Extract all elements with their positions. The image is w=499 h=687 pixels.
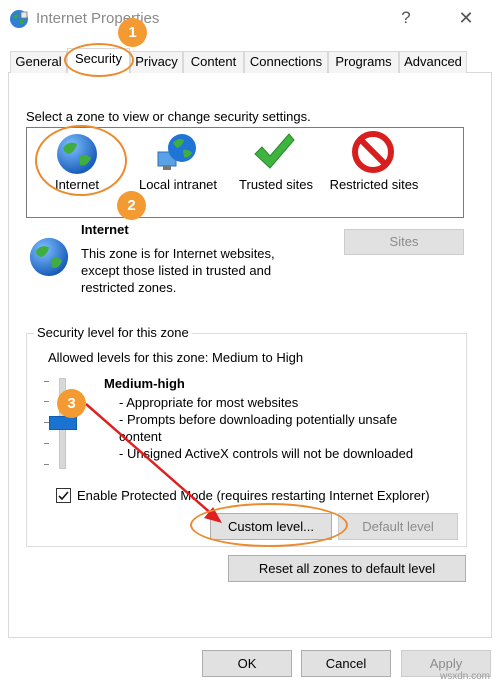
checkmark-icon[interactable]	[252, 130, 296, 174]
selected-zone-description: This zone is for Internet websites, exce…	[81, 246, 275, 295]
level-description-line: content	[119, 429, 162, 444]
tab-general[interactable]: General	[10, 51, 67, 73]
slider-tick	[44, 464, 49, 465]
tab-privacy[interactable]: Privacy	[130, 51, 183, 73]
checkmark-icon	[58, 491, 69, 501]
globe-icon	[29, 237, 69, 277]
ok-button[interactable]: OK	[202, 650, 292, 677]
tab-connections[interactable]: Connections	[244, 51, 328, 73]
reset-all-zones-button[interactable]: Reset all zones to default level	[228, 555, 466, 582]
default-level-button[interactable]: Default level	[338, 513, 458, 540]
tab-content[interactable]: Content	[183, 51, 244, 73]
zone-label-restricted-sites[interactable]: Restricted sites	[326, 177, 422, 192]
zone-label-local-intranet[interactable]: Local intranet	[133, 177, 223, 192]
slider-tick	[44, 381, 49, 382]
security-level-legend: Security level for this zone	[34, 325, 192, 340]
sites-button[interactable]: Sites	[344, 229, 464, 255]
protected-mode-checkbox[interactable]	[56, 488, 71, 503]
callout-ring-security-tab	[64, 43, 134, 77]
step-badge-2: 2	[117, 191, 146, 220]
selected-zone-name: Internet	[81, 222, 129, 237]
slider-tick	[44, 443, 49, 444]
internet-properties-icon	[10, 10, 28, 28]
tab-programs[interactable]: Programs	[328, 51, 399, 73]
step-badge-3: 3	[57, 389, 86, 418]
slider-thumb[interactable]	[49, 416, 77, 430]
level-description-line: - Appropriate for most websites	[119, 395, 299, 410]
close-button[interactable]: ✕	[455, 8, 477, 30]
network-globe-icon[interactable]	[154, 130, 198, 174]
level-description-line: - Prompts before downloading potentially…	[119, 412, 398, 427]
zone-label-trusted-sites[interactable]: Trusted sites	[234, 177, 318, 192]
no-entry-icon[interactable]	[351, 130, 395, 174]
allowed-levels-text: Allowed levels for this zone: Medium to …	[48, 350, 304, 365]
zone-prompt: Select a zone to view or change security…	[26, 109, 311, 124]
help-button[interactable]: ?	[396, 8, 416, 30]
callout-ring-internet-zone	[35, 125, 127, 196]
protected-mode-label[interactable]: Enable Protected Mode (requires restarti…	[77, 488, 430, 503]
watermark: wsxdn.com	[440, 671, 491, 682]
step-badge-1: 1	[118, 18, 147, 47]
cancel-button[interactable]: Cancel	[301, 650, 391, 677]
security-level-name: Medium-high	[104, 376, 185, 391]
level-description-line: - Unsigned ActiveX controls will not be …	[119, 446, 414, 461]
slider-tick	[44, 401, 49, 402]
tab-advanced[interactable]: Advanced	[399, 51, 467, 73]
callout-ring-custom-level	[190, 503, 348, 547]
